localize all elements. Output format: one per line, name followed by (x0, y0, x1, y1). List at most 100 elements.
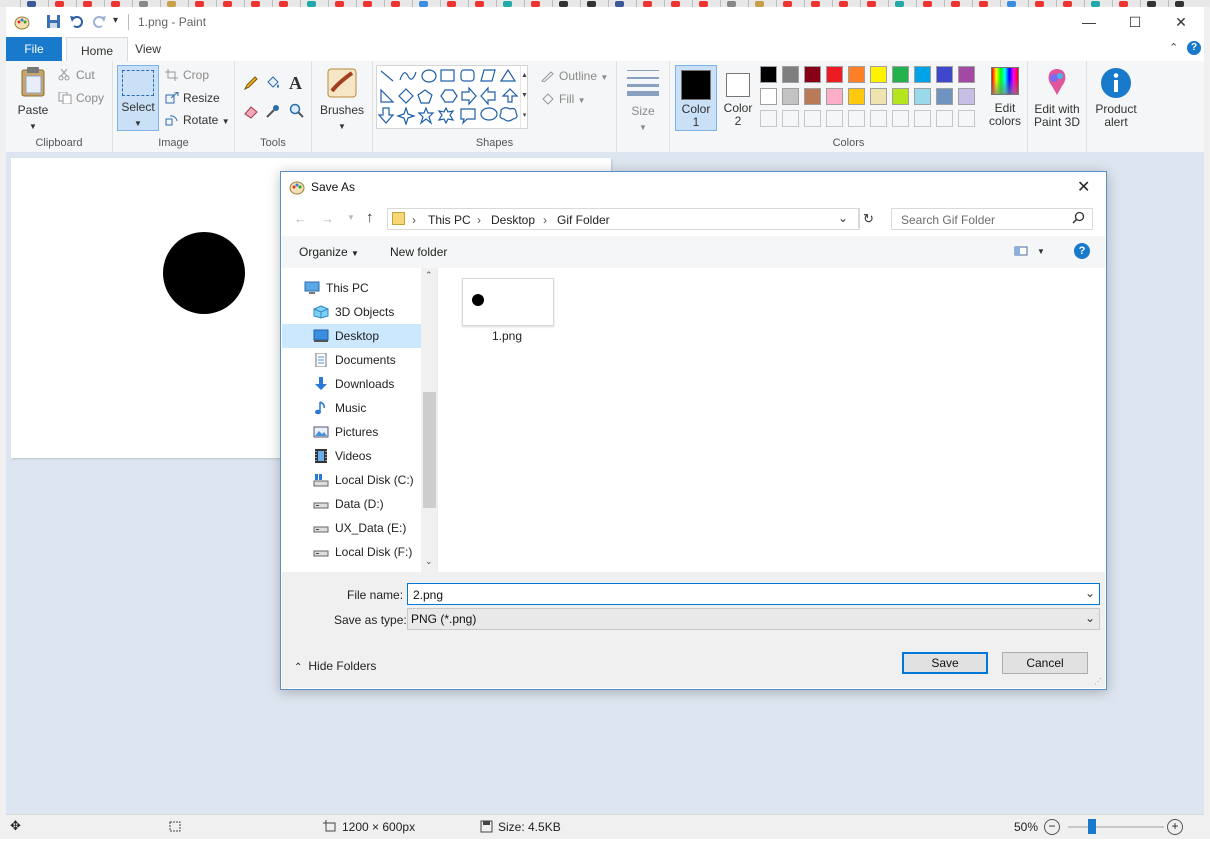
search-input[interactable] (899, 210, 1073, 230)
customize-toolbar-icon[interactable]: ▾ (113, 15, 118, 26)
custom-color-slot[interactable] (870, 110, 887, 127)
custom-color-slot[interactable] (914, 110, 931, 127)
outline-button[interactable]: Outline ▼ (541, 69, 608, 83)
browser-tab[interactable] (1000, 0, 1029, 7)
browser-tab[interactable] (244, 0, 273, 7)
custom-color-slot[interactable] (936, 110, 953, 127)
paste-button[interactable]: Paste ▼ (12, 66, 54, 133)
browser-tab[interactable] (104, 0, 133, 7)
breadcrumb-gif-folder[interactable]: Gif Folder (557, 213, 610, 227)
browser-tab[interactable] (888, 0, 917, 7)
color-swatch[interactable] (760, 88, 777, 105)
color-picker-icon[interactable] (265, 103, 281, 122)
product-alert-button[interactable]: Product alert (1089, 67, 1143, 129)
nav-item-desktop[interactable]: Desktop (282, 324, 437, 348)
resize-grip-icon[interactable]: ⋰ (1094, 677, 1102, 686)
browser-tab[interactable] (636, 0, 665, 7)
forward-arrow-icon[interactable]: → (321, 211, 334, 226)
browser-tab[interactable] (748, 0, 777, 7)
browser-tab[interactable] (160, 0, 189, 7)
search-icon[interactable] (1072, 211, 1085, 227)
nav-item-music[interactable]: Music (282, 396, 437, 420)
browser-tab[interactable] (692, 0, 721, 7)
color1-button[interactable]: Color 1 (675, 65, 717, 131)
custom-color-slot[interactable] (826, 110, 843, 127)
color-swatch[interactable] (892, 88, 909, 105)
color-swatch[interactable] (782, 88, 799, 105)
browser-tab[interactable] (1140, 0, 1169, 7)
color-swatch[interactable] (870, 88, 887, 105)
browser-tab[interactable] (440, 0, 469, 7)
shapes-scroll-icon[interactable]: ▲ ▼ ▾ (520, 66, 528, 128)
zoom-slider-track[interactable] (1068, 826, 1164, 828)
color-swatch[interactable] (936, 88, 953, 105)
nav-item-data-d[interactable]: Data (D:) (282, 492, 437, 516)
resize-button[interactable]: Resize (165, 91, 220, 105)
custom-color-slot[interactable] (782, 110, 799, 127)
custom-color-slot[interactable] (848, 110, 865, 127)
maximize-button[interactable]: ☐ (1112, 7, 1158, 37)
brushes-button[interactable]: Brushes ▼ (320, 67, 364, 133)
redo-icon[interactable] (91, 13, 107, 32)
browser-tab[interactable] (188, 0, 217, 7)
color-swatch[interactable] (848, 66, 865, 83)
color-swatch[interactable] (804, 88, 821, 105)
save-quick-icon[interactable] (46, 14, 61, 32)
breadcrumb-desktop[interactable]: Desktop (491, 213, 535, 227)
help-icon[interactable]: ? (1187, 41, 1201, 55)
magnifier-icon[interactable] (289, 103, 305, 122)
browser-tab[interactable] (860, 0, 889, 7)
view-dropdown-icon[interactable]: ▼ (1037, 247, 1045, 256)
color-swatch[interactable] (958, 88, 975, 105)
tab-view[interactable]: View (128, 37, 168, 61)
up-arrow-icon[interactable]: ↑ (366, 209, 374, 226)
nav-item-this-pc[interactable]: This PC (282, 276, 437, 300)
browser-tab[interactable] (608, 0, 637, 7)
browser-tab[interactable] (356, 0, 385, 7)
back-arrow-icon[interactable]: ← (294, 211, 307, 226)
browser-tab[interactable] (300, 0, 329, 7)
hide-folders-button[interactable]: ⌃ Hide Folders (294, 659, 376, 673)
address-bar[interactable]: › This PC › Desktop › Gif Folder ⌄ (387, 208, 860, 230)
close-button[interactable]: ✕ (1158, 7, 1204, 37)
edit-with-paint3d-button[interactable]: Edit with Paint 3D (1030, 67, 1084, 129)
dialog-close-button[interactable]: ✕ (1077, 177, 1090, 197)
browser-tab[interactable] (580, 0, 609, 7)
cut-button[interactable]: Cut (58, 68, 95, 82)
tab-home[interactable]: Home (66, 37, 128, 63)
search-box[interactable] (891, 208, 1093, 230)
text-tool-icon[interactable]: A (289, 73, 302, 94)
navigation-scrollbar[interactable]: ⌃ ⌄ (421, 268, 437, 572)
browser-tab[interactable] (1084, 0, 1113, 7)
color-swatch[interactable] (826, 88, 843, 105)
view-options-icon[interactable] (1014, 245, 1028, 260)
custom-color-slot[interactable] (892, 110, 909, 127)
browser-tab[interactable] (972, 0, 1001, 7)
color-swatch[interactable] (936, 66, 953, 83)
collapse-ribbon-icon[interactable]: ⌃ (1169, 41, 1178, 54)
recent-locations-icon[interactable]: ▼ (347, 213, 355, 222)
color-swatch[interactable] (826, 66, 843, 83)
file-name-dropdown-icon[interactable]: ⌄ (1085, 586, 1095, 600)
save-type-dropdown-icon[interactable]: ⌄ (1085, 611, 1095, 625)
eraser-icon[interactable] (243, 103, 259, 122)
browser-tab[interactable] (1168, 0, 1197, 7)
refresh-icon[interactable]: ↻ (863, 211, 874, 227)
browser-tab[interactable] (1112, 0, 1141, 7)
save-type-select[interactable]: PNG (*.png) ⌄ (407, 608, 1100, 630)
custom-color-slot[interactable] (804, 110, 821, 127)
dialog-help-icon[interactable]: ? (1074, 243, 1090, 259)
browser-tab[interactable] (1028, 0, 1057, 7)
browser-tab[interactable] (776, 0, 805, 7)
nav-item-3d-objects[interactable]: 3D Objects (282, 300, 437, 324)
breadcrumb-this-pc[interactable]: This PC (428, 213, 471, 227)
file-name-input[interactable] (411, 585, 1075, 605)
browser-tab[interactable] (328, 0, 357, 7)
nav-item-downloads[interactable]: Downloads (282, 372, 437, 396)
color-swatch[interactable] (914, 66, 931, 83)
cancel-button[interactable]: Cancel (1002, 652, 1088, 674)
file-name-label[interactable]: 1.png (462, 329, 552, 343)
color-swatch[interactable] (760, 66, 777, 83)
minimize-button[interactable]: — (1066, 7, 1112, 37)
fill-button[interactable]: Fill ▼ (541, 92, 586, 106)
